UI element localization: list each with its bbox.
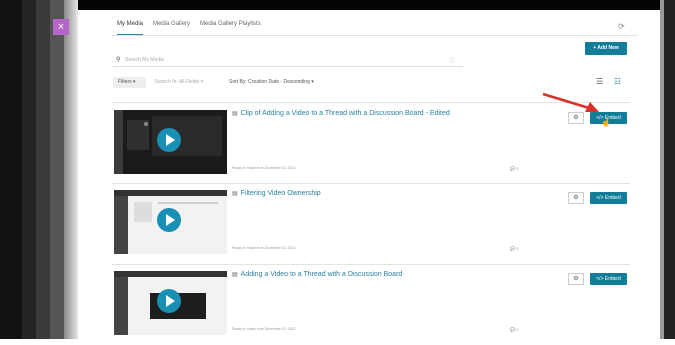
media-entry: ▤ Clip of Adding a Video to a Thread with…: [112, 104, 630, 184]
left-background-band: [22, 0, 36, 339]
comment-icon: 💬: [510, 327, 515, 332]
mouse-cursor-icon: ☝: [601, 118, 611, 127]
tab-my-media[interactable]: My Media: [117, 21, 144, 35]
screenshot-frame: × My Media Media Gallery Media Gallery P…: [0, 0, 675, 339]
comments-count: 💬 0: [510, 327, 518, 332]
annotation-arrow: [542, 92, 599, 112]
gear-icon[interactable]: ⚙: [568, 273, 584, 285]
entry-title-link[interactable]: ▤ Adding a Video to a Thread with a Discu…: [232, 271, 402, 278]
gear-icon[interactable]: ⚙: [568, 192, 584, 204]
video-thumbnail[interactable]: [114, 271, 227, 335]
comments-count-value: 0: [516, 327, 519, 332]
play-icon[interactable]: [157, 208, 181, 232]
list-view-icon[interactable]: ☰: [596, 77, 603, 86]
filters-button[interactable]: Filters ▾: [113, 77, 146, 88]
entry-title-link[interactable]: ▤ Filtering Video Ownership: [232, 190, 321, 197]
comments-count: 💬 0: [510, 246, 518, 251]
comment-icon: 💬: [510, 246, 515, 251]
tab-media-gallery-playlists[interactable]: Media Gallery Playlists: [200, 21, 261, 35]
video-type-icon: ▤: [232, 191, 238, 197]
entry-title: Filtering Video Ownership: [240, 190, 321, 197]
tab-media-gallery[interactable]: Media Gallery: [153, 21, 190, 35]
sort-by-dropdown[interactable]: Sort By: Creation Date - Descending ▾: [229, 79, 314, 85]
comments-count-value: 0: [516, 246, 519, 251]
left-background: [0, 0, 22, 339]
entry-meta: Ready to share from December 13, 2022: [232, 166, 296, 170]
embed-button[interactable]: </> Embed: [590, 273, 627, 285]
info-icon[interactable]: ⓘ: [449, 56, 455, 65]
video-type-icon: ▤: [232, 272, 238, 278]
entry-title-link[interactable]: ▤ Clip of Adding a Video to a Thread with…: [232, 110, 450, 117]
comments-count: 💬 0: [510, 166, 518, 171]
left-background-fade: [64, 0, 78, 339]
search-bar[interactable]: ⚲ Search My Media ⓘ: [113, 55, 463, 67]
search-in-dropdown[interactable]: Search In: All Fields ▾: [155, 79, 203, 85]
video-thumbnail[interactable]: [114, 190, 227, 254]
tabs-divider: [112, 35, 638, 36]
search-input[interactable]: Search My Media: [125, 57, 164, 63]
comment-icon: 💬: [510, 166, 515, 171]
entry-meta: Ready to share from December 13, 2022: [232, 246, 296, 250]
video-thumbnail[interactable]: [114, 110, 227, 174]
play-icon[interactable]: [157, 289, 181, 313]
add-new-button[interactable]: + Add New: [585, 42, 627, 55]
play-icon[interactable]: [157, 128, 181, 152]
entry-title: Clip of Adding a Video to a Thread with …: [240, 110, 450, 117]
video-type-icon: ▤: [232, 111, 238, 117]
refresh-icon[interactable]: ⟳: [618, 22, 625, 31]
top-bar: [0, 0, 675, 10]
close-button[interactable]: ×: [53, 19, 69, 35]
left-background-band: [50, 0, 64, 339]
media-tabs: My Media Media Gallery Media Gallery Pla…: [117, 21, 261, 35]
right-background: [664, 0, 675, 339]
embed-button[interactable]: </> Embed: [590, 192, 627, 204]
search-icon: ⚲: [116, 57, 121, 63]
media-entry: ▤ Filtering Video Ownership Ready to shar…: [112, 184, 630, 264]
left-background-band: [36, 0, 50, 339]
media-entry: ▤ Adding a Video to a Thread with a Discu…: [112, 265, 630, 345]
detailed-view-icon[interactable]: ☷: [614, 77, 621, 86]
entry-title: Adding a Video to a Thread with a Discus…: [240, 271, 403, 278]
entry-meta: Ready to share from December 13, 2022: [232, 327, 296, 331]
comments-count-value: 0: [516, 166, 519, 171]
